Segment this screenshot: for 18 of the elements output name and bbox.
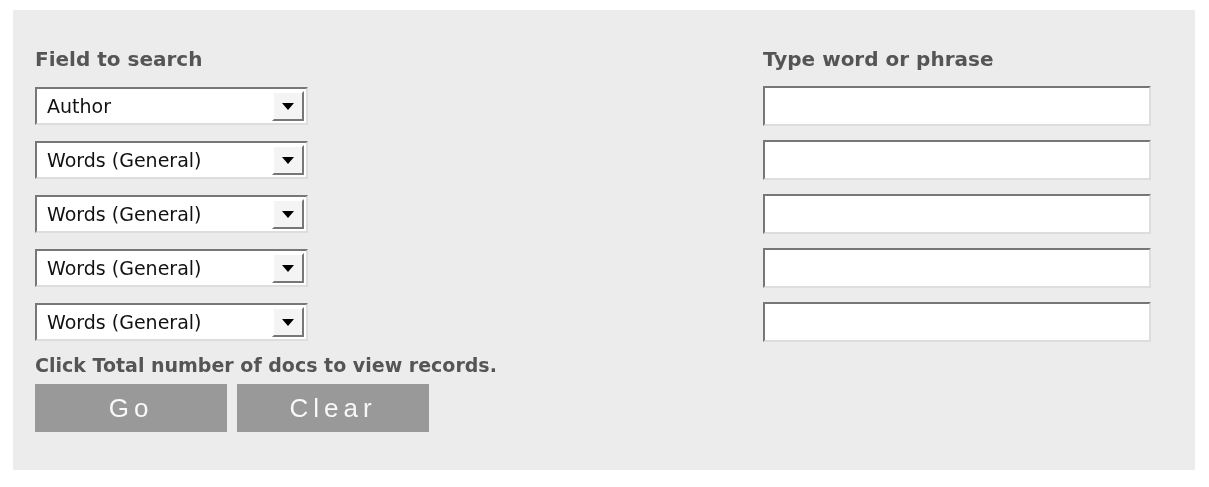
field-heading: Field to search	[35, 46, 203, 72]
caret-icon	[282, 210, 294, 218]
search-term-field[interactable]	[763, 248, 1151, 288]
field-dropdown[interactable]: Words (General)	[35, 141, 308, 179]
search-term-field[interactable]	[763, 302, 1151, 342]
caret-icon	[282, 264, 294, 272]
search-term-field[interactable]	[763, 194, 1151, 234]
instruction-text: Click Total number of docs to view records.	[35, 354, 497, 376]
term-heading: Type word or phrase	[763, 46, 994, 72]
search-term-field[interactable]	[763, 86, 1151, 126]
field-dropdown[interactable]: Words (General)	[35, 303, 308, 341]
search-term-field[interactable]	[763, 140, 1151, 180]
field-dropdown[interactable]: Words (General)	[35, 195, 308, 233]
field-dropdown[interactable]: Words (General)	[35, 249, 308, 287]
caret-icon	[282, 318, 294, 326]
field-dropdown[interactable]: Author	[35, 87, 308, 125]
caret-icon	[282, 102, 294, 110]
caret-icon	[282, 156, 294, 164]
